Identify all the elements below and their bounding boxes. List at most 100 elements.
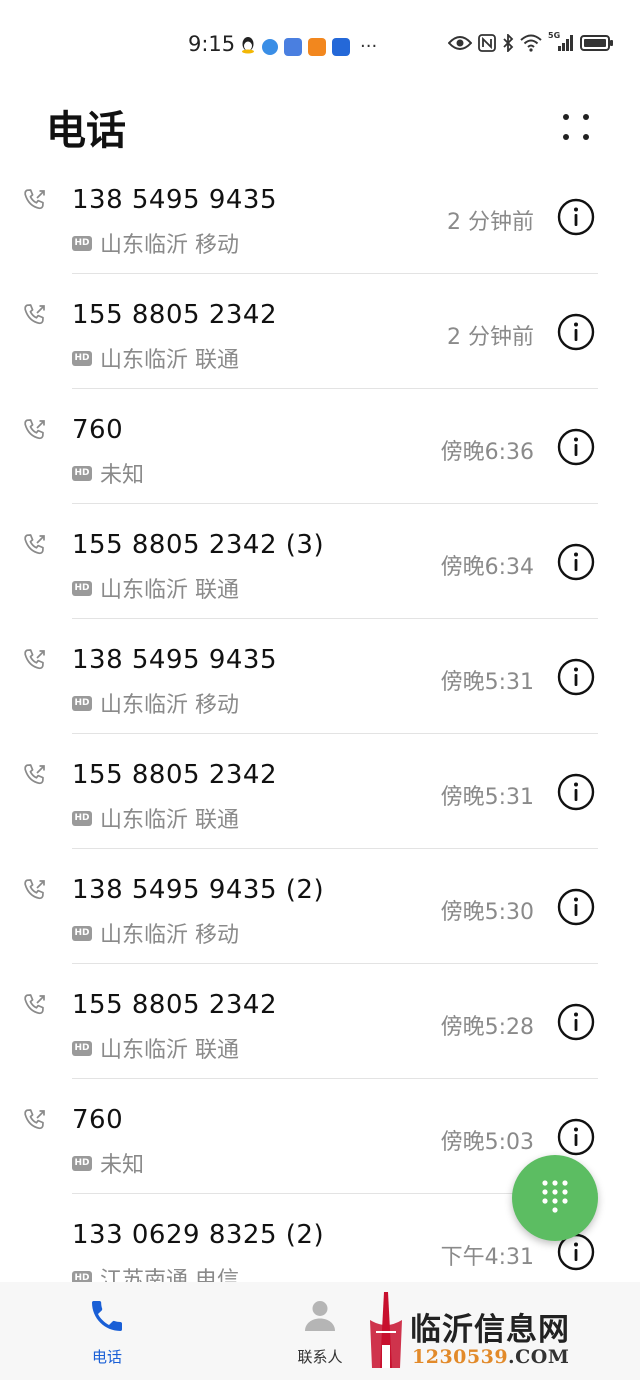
call-log-row[interactable]: 155 8805 2342 HD 山东临沂 联通 傍晚5:28 bbox=[24, 964, 598, 1079]
outgoing-call-icon bbox=[22, 302, 48, 328]
call-location: 山东临沂 移动 bbox=[100, 233, 239, 258]
call-number: 155 8805 2342 (3) bbox=[72, 530, 325, 560]
call-info-button[interactable] bbox=[556, 427, 596, 467]
tower-logo-icon bbox=[370, 1292, 402, 1368]
dialpad-button[interactable] bbox=[512, 1155, 598, 1241]
call-info-button[interactable] bbox=[556, 312, 596, 352]
call-subtitle: HD 山东临沂 联通 bbox=[72, 572, 239, 604]
call-subtitle: HD 山东临沂 联通 bbox=[72, 342, 239, 374]
info-icon bbox=[556, 313, 596, 356]
call-subtitle: HD 未知 bbox=[72, 1147, 144, 1179]
status-time: 9:15 bbox=[188, 32, 236, 56]
call-location: 山东临沂 联通 bbox=[100, 1038, 239, 1063]
call-time: 傍晚5:31 bbox=[440, 785, 534, 810]
call-number: 138 5495 9435 (2) bbox=[72, 875, 325, 905]
call-info-button[interactable] bbox=[556, 657, 596, 697]
outgoing-call-icon bbox=[22, 532, 48, 558]
person-icon bbox=[305, 1301, 335, 1331]
info-icon bbox=[556, 543, 596, 586]
outgoing-call-icon bbox=[22, 1107, 48, 1133]
hd-badge: HD bbox=[72, 1155, 92, 1171]
call-number: 760 bbox=[72, 1105, 124, 1135]
education-icon bbox=[284, 38, 302, 56]
browser-icon bbox=[262, 39, 278, 55]
call-location: 山东临沂 移动 bbox=[100, 693, 239, 718]
call-subtitle: HD 山东临沂 联通 bbox=[72, 1032, 239, 1064]
call-log-row[interactable]: 155 8805 2342 (3) HD 山东临沂 联通 傍晚6:34 bbox=[24, 504, 598, 619]
more-notifications: ··· bbox=[360, 36, 378, 57]
call-time: 傍晚6:36 bbox=[440, 440, 534, 465]
tab-phone[interactable]: 电话 bbox=[47, 1296, 167, 1367]
call-location: 未知 bbox=[100, 1153, 145, 1178]
call-number: 155 8805 2342 bbox=[72, 300, 277, 330]
call-info-button[interactable] bbox=[556, 1117, 596, 1157]
info-icon bbox=[556, 658, 596, 701]
info-icon bbox=[556, 888, 596, 931]
outgoing-call-icon bbox=[22, 762, 48, 788]
nfc-icon bbox=[478, 34, 496, 52]
wifi-icon bbox=[520, 34, 542, 52]
info-icon bbox=[556, 428, 596, 471]
watermark-title: 临沂信息网 bbox=[410, 1312, 570, 1348]
call-time: 傍晚5:31 bbox=[440, 670, 534, 695]
call-log-row[interactable]: 155 8805 2342 HD 山东临沂 联通 2 分钟前 bbox=[24, 274, 598, 389]
page-title: 电话 bbox=[46, 108, 126, 154]
call-location: 未知 bbox=[100, 463, 145, 488]
call-info-button[interactable] bbox=[556, 772, 596, 812]
signal-icon: 5G bbox=[548, 31, 574, 52]
call-subtitle: HD 未知 bbox=[72, 457, 144, 489]
hd-badge: HD bbox=[72, 1040, 92, 1056]
hd-badge: HD bbox=[72, 465, 92, 481]
bulb-icon bbox=[332, 38, 350, 56]
watermark-domain: 1230539.COM bbox=[412, 1346, 570, 1368]
info-icon bbox=[556, 1003, 596, 1046]
status-bar: 9:15 ··· 5G bbox=[0, 30, 640, 62]
call-info-button[interactable] bbox=[556, 542, 596, 582]
call-log-row[interactable]: 760 HD 未知 傍晚6:36 bbox=[24, 389, 598, 504]
call-time: 2 分钟前 bbox=[447, 325, 534, 350]
call-time: 下午4:31 bbox=[440, 1245, 534, 1270]
outgoing-call-icon bbox=[22, 417, 48, 443]
outgoing-call-icon bbox=[22, 647, 48, 673]
call-number: 155 8805 2342 bbox=[72, 760, 277, 790]
call-subtitle: HD 山东临沂 移动 bbox=[72, 687, 239, 719]
call-location: 山东临沂 联通 bbox=[100, 578, 239, 603]
call-time: 傍晚5:30 bbox=[440, 900, 534, 925]
watermark-logo: 临沂信息网 1230539.COM bbox=[362, 1290, 632, 1374]
call-location: 山东临沂 联通 bbox=[100, 808, 239, 833]
more-options-button[interactable] bbox=[552, 104, 600, 152]
call-number: 155 8805 2342 bbox=[72, 990, 277, 1020]
battery-icon bbox=[580, 35, 613, 51]
info-icon bbox=[556, 1233, 596, 1276]
call-log-row[interactable]: 155 8805 2342 HD 山东临沂 联通 傍晚5:31 bbox=[24, 734, 598, 849]
call-subtitle: HD 山东临沂 移动 bbox=[72, 227, 239, 259]
four-dots-icon bbox=[563, 114, 589, 140]
outgoing-call-icon bbox=[22, 877, 48, 903]
phone-icon bbox=[92, 1301, 122, 1331]
call-info-button[interactable] bbox=[556, 197, 596, 237]
call-time: 傍晚6:34 bbox=[440, 555, 534, 580]
tab-phone-label: 电话 bbox=[91, 1348, 122, 1366]
call-log-row[interactable]: 138 5495 9435 HD 山东临沂 移动 2 分钟前 bbox=[24, 159, 598, 274]
hd-badge: HD bbox=[72, 580, 92, 596]
call-number: 138 5495 9435 bbox=[72, 645, 277, 675]
hd-badge: HD bbox=[72, 810, 92, 826]
outgoing-call-icon bbox=[22, 187, 48, 213]
info-icon bbox=[556, 198, 596, 241]
video-icon bbox=[308, 38, 326, 56]
hd-badge: HD bbox=[72, 695, 92, 711]
bluetooth-icon bbox=[503, 34, 514, 52]
call-number: 133 0629 8325 (2) bbox=[72, 1220, 325, 1250]
call-time: 2 分钟前 bbox=[447, 210, 534, 235]
dialpad-icon bbox=[542, 1180, 568, 1213]
call-number: 760 bbox=[72, 415, 124, 445]
call-location: 山东临沂 移动 bbox=[100, 923, 239, 948]
system-icons: 5G bbox=[448, 31, 614, 52]
call-log-list: 138 5495 9435 HD 山东临沂 移动 2 分钟前 155 8805 2342… bbox=[0, 159, 640, 1308]
hd-badge: HD bbox=[72, 925, 92, 941]
eye-icon bbox=[448, 36, 472, 50]
call-info-button[interactable] bbox=[556, 887, 596, 927]
call-log-row[interactable]: 138 5495 9435 HD 山东临沂 移动 傍晚5:31 bbox=[24, 619, 598, 734]
call-info-button[interactable] bbox=[556, 1002, 596, 1042]
call-log-row[interactable]: 138 5495 9435 (2) HD 山东临沂 移动 傍晚5:30 bbox=[24, 849, 598, 964]
